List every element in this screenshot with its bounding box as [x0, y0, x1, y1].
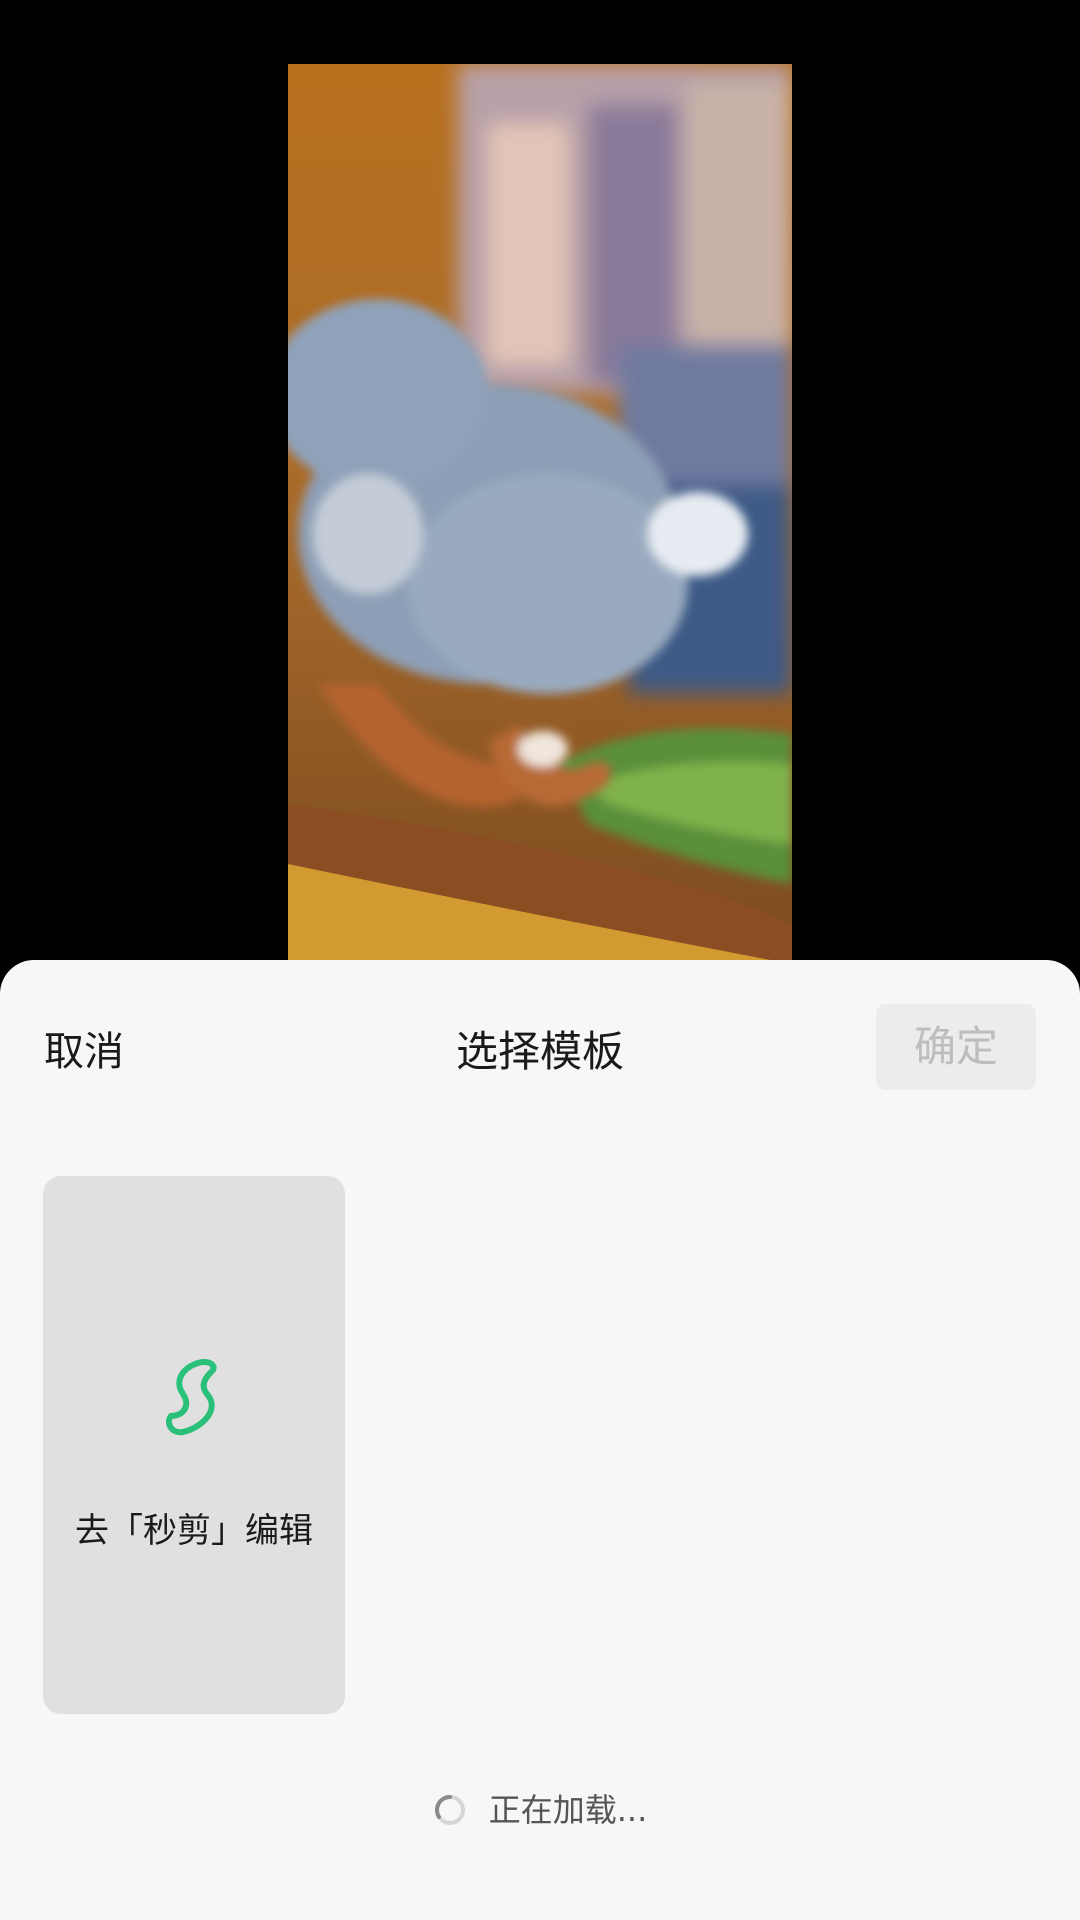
video-preview-image	[288, 64, 792, 964]
loading-indicator: 正在加载...	[0, 1780, 1080, 1840]
confirm-button[interactable]: 确定	[876, 1004, 1036, 1090]
miaojian-logo-icon	[165, 1359, 217, 1436]
spinner-icon	[434, 1794, 465, 1825]
template-picker-sheet: 取消 选择模板 确定 去「秒剪」编辑 正在加载...	[0, 960, 1080, 1920]
sheet-header: 取消 选择模板 确定	[0, 960, 1080, 1130]
template-card-miaojian[interactable]: 去「秒剪」编辑	[43, 1176, 345, 1714]
template-card-label: 去「秒剪」编辑	[75, 1511, 313, 1551]
loading-text: 正在加载...	[488, 1791, 648, 1829]
video-preview	[288, 64, 792, 964]
